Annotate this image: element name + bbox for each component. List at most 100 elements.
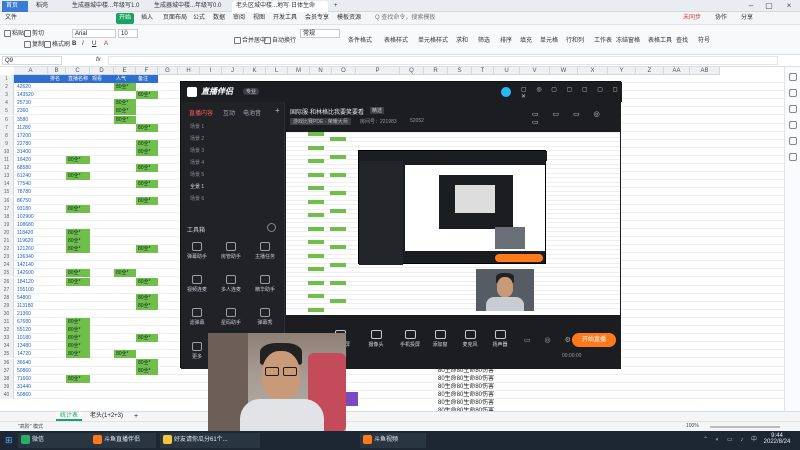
row-number[interactable]: 16 — [0, 196, 14, 205]
menu-formula[interactable]: 公式 — [190, 12, 208, 25]
sidebar-tool-5[interactable] — [789, 137, 797, 145]
btn-add-window[interactable]: 添加窗 — [426, 330, 454, 348]
column-header[interactable]: Y — [608, 67, 636, 75]
row-number[interactable]: 12 — [0, 164, 14, 173]
highlight-cell[interactable]: 80全* — [136, 293, 158, 302]
share-button[interactable]: 分享 — [738, 12, 756, 25]
sidebar-tool-2[interactable] — [789, 89, 797, 97]
row-number[interactable]: 30 — [0, 309, 14, 318]
toolbox-more-icon[interactable] — [267, 223, 276, 232]
minimize-icon[interactable]: – — [744, 0, 758, 12]
scene-item[interactable]: 场景 2 — [184, 134, 281, 145]
cell-value[interactable]: 143520 — [15, 91, 47, 99]
bold-button[interactable]: B — [72, 41, 76, 47]
header-cell[interactable]: 备注 — [136, 75, 158, 83]
highlight-cell[interactable]: 80全* — [66, 277, 90, 286]
side-tab-interact[interactable]: 互动 — [223, 108, 235, 117]
cell-value[interactable]: 11280 — [15, 124, 47, 132]
row-number[interactable]: 11 — [0, 156, 14, 164]
highlight-cell[interactable]: 80全* — [66, 156, 90, 164]
highlight-cell[interactable]: 80全* — [114, 115, 136, 124]
menu-developer[interactable]: 开发工具 — [270, 12, 300, 25]
side-tab-audio[interactable]: 电池音 — [243, 108, 261, 117]
text-cell[interactable]: 80生命80生命80伤害 — [410, 399, 520, 407]
fill-button[interactable]: 填充 — [520, 35, 532, 44]
conditional-format-button[interactable]: 条件格式 — [348, 35, 372, 44]
text-cell[interactable]: 80生命80生命80伤害 — [410, 383, 520, 391]
cell-value[interactable]: 118420 — [15, 229, 47, 237]
highlight-cell[interactable]: 80全* — [66, 374, 90, 383]
row-number[interactable]: 23 — [0, 253, 14, 262]
highlight-cell[interactable]: 80全* — [136, 301, 158, 310]
column-header[interactable]: F — [136, 67, 158, 75]
clock[interactable]: 9:44 2022/8/24 — [758, 433, 796, 445]
tab-doc-2[interactable]: 生成器城中楼...年级写0.0 — [150, 1, 230, 12]
cell-value[interactable]: 16420 — [15, 156, 47, 164]
row-number[interactable]: 38 — [0, 374, 14, 383]
column-header[interactable]: R — [424, 67, 448, 75]
freeze-pane-button[interactable]: 冻结窗格 — [616, 35, 640, 44]
highlight-cell[interactable]: 80全* — [136, 277, 158, 286]
filter-button[interactable]: 筛选 — [478, 35, 490, 44]
cell-value[interactable]: 2360 — [15, 107, 47, 115]
row-number[interactable]: 32 — [0, 326, 14, 335]
taskbar-item-video[interactable]: 斗鱼视频 — [360, 433, 426, 448]
row-number[interactable]: 18 — [0, 212, 14, 221]
row-number[interactable]: 22 — [0, 245, 14, 254]
row-number[interactable]: 15 — [0, 188, 14, 197]
text-cell[interactable]: 80生命80生命80伤害 — [410, 391, 520, 399]
tool-show[interactable]: 弹幕秀 — [253, 308, 277, 326]
cell-value[interactable]: 10180 — [15, 334, 47, 342]
scene-item[interactable]: 场景 5 — [184, 170, 281, 181]
close-icon[interactable]: × — [782, 0, 796, 12]
table-tools-button[interactable]: 表格工具 — [648, 35, 672, 44]
column-header[interactable]: N — [310, 67, 332, 75]
taskbar-item-douyu[interactable]: 斗鱼直播伴侣 — [90, 433, 156, 448]
column-header[interactable]: AB — [690, 67, 720, 75]
highlight-cell[interactable]: 80全* — [66, 237, 90, 245]
column-header[interactable]: Q — [400, 67, 424, 75]
sort-button[interactable]: 排序 — [500, 35, 512, 44]
row-number[interactable]: 14 — [0, 180, 14, 189]
merge-center-button[interactable]: 合并居中 — [234, 35, 266, 44]
row-number[interactable]: 31 — [0, 318, 14, 326]
cell-value[interactable]: 136340 — [15, 253, 47, 261]
side-tab-content[interactable]: 直播内容 — [189, 108, 213, 117]
title-actions[interactable]: ▢ ◎ ▢ ▢ ▢ ▢ ◻ ✕ — [521, 86, 622, 100]
row-number[interactable]: 10 — [0, 147, 14, 156]
sidebar-tool-3[interactable] — [789, 105, 797, 113]
column-header[interactable]: W — [550, 67, 578, 75]
row-number[interactable]: 35 — [0, 350, 14, 359]
cell-value[interactable]: 121260 — [15, 245, 47, 253]
tab-home[interactable]: 首页 — [2, 1, 28, 12]
header-cell[interactable]: 直播名称 — [66, 75, 90, 83]
menu-insert[interactable]: 插入 — [138, 12, 156, 25]
start-live-button[interactable]: 开始直播 — [572, 333, 616, 347]
column-header[interactable]: B — [48, 67, 66, 75]
highlight-cell[interactable]: 80全* — [66, 342, 90, 351]
column-header[interactable]: J — [222, 67, 244, 75]
cell-value[interactable]: 155100 — [15, 286, 47, 294]
row-number[interactable]: 13 — [0, 172, 14, 181]
text-cell[interactable]: 80生命80生命80伤害 — [410, 375, 520, 383]
highlight-cell[interactable]: 80全* — [136, 164, 158, 173]
cell-value[interactable]: 31440 — [15, 383, 47, 391]
cell-value[interactable]: 142140 — [15, 261, 47, 269]
column-header[interactable]: M — [288, 67, 310, 75]
cell-value[interactable]: 25730 — [15, 99, 47, 107]
scene-item[interactable]: 场景 1 — [184, 122, 281, 133]
column-header[interactable]: I — [200, 67, 222, 75]
room-title[interactable]: 国际服·和林格比我要笑要看 — [290, 107, 364, 116]
worksheet-button[interactable]: 工作表 — [594, 35, 612, 44]
row-number[interactable]: 5 — [0, 107, 14, 116]
font-name-select[interactable]: Arial — [72, 29, 116, 38]
command-search[interactable]: Q 查找命令，搜索模板 — [372, 12, 438, 25]
row-number[interactable]: 1 — [0, 75, 14, 83]
maximize-icon[interactable]: ▢ — [762, 0, 776, 12]
column-header[interactable]: A — [14, 67, 48, 75]
sheet-tab-active[interactable]: 统计表 — [56, 412, 83, 421]
menu-template[interactable]: 模板资源 — [334, 12, 364, 25]
row-number[interactable]: 37 — [0, 366, 14, 375]
sidebar-tool-1[interactable] — [789, 73, 797, 81]
menu-view[interactable]: 视图 — [250, 12, 268, 25]
